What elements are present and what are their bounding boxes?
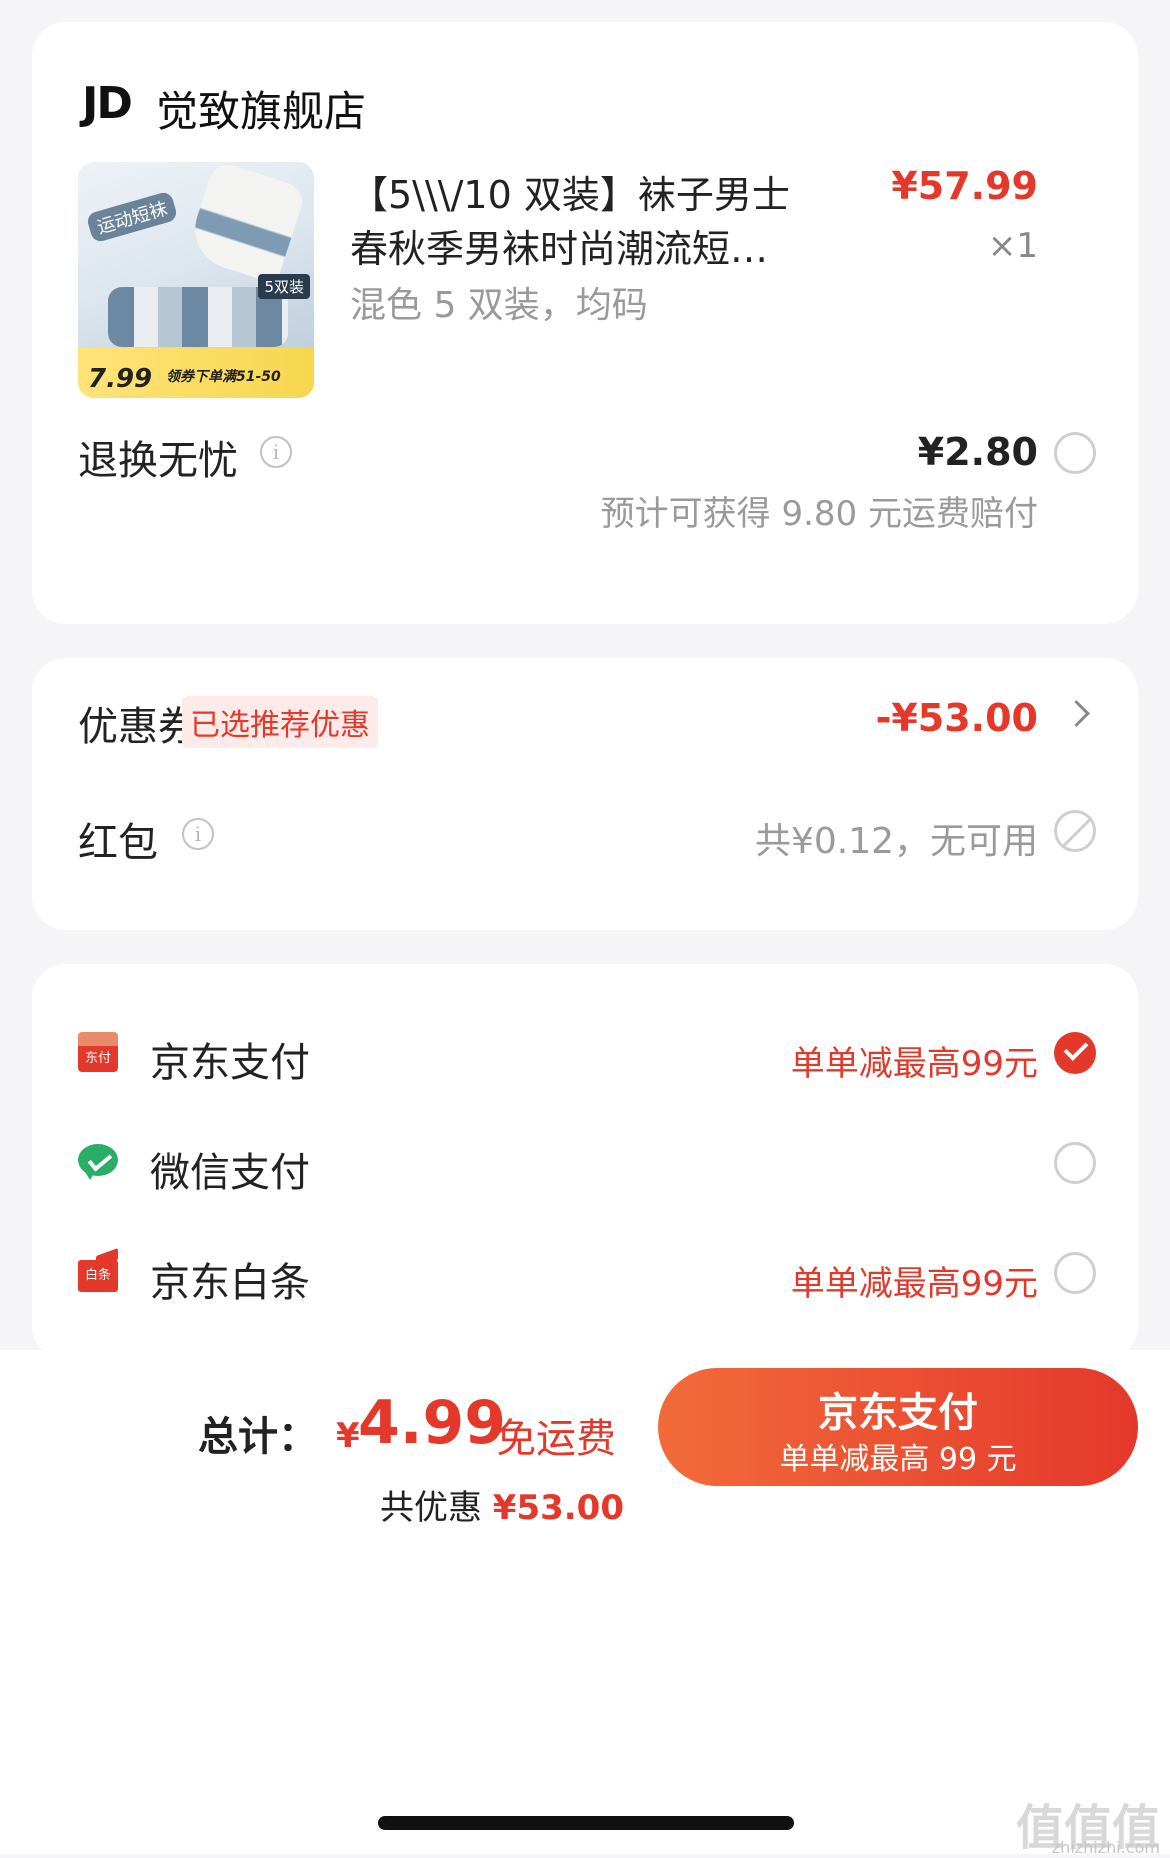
pay-button[interactable]: 京东支付 单单减最高 99 元: [658, 1368, 1138, 1486]
total-currency: ¥: [336, 1416, 360, 1456]
total-amount: 4.99: [358, 1388, 507, 1458]
thumbnail-count-tag: 5双装: [258, 274, 310, 299]
payment-method-card: 东付 京东支付 单单减最高99元 微信支付 白条 京东白条 单单减最高99元: [32, 964, 1138, 1360]
pay-button-label: 京东支付: [818, 1390, 978, 1436]
product-price: ¥57.99: [891, 164, 1038, 208]
store-name[interactable]: 觉致旗舰店: [156, 78, 366, 139]
product-thumbnail[interactable]: 运动短袜 5双装 7.99 领券下单满51-50: [78, 162, 314, 398]
savings-label: 共优惠: [379, 1488, 493, 1528]
product-title-line2[interactable]: 春秋季男袜时尚潮流短…: [350, 218, 768, 273]
sock-image: [184, 162, 308, 285]
payment-option-wechat[interactable]: 微信支付: [150, 1140, 310, 1198]
thumbnail-band-price: 7.99: [88, 364, 153, 394]
total-label: 总计：: [198, 1414, 318, 1460]
return-service-radio[interactable]: [1054, 432, 1096, 474]
pay-button-subtitle: 单单减最高 99 元: [779, 1442, 1017, 1477]
watermark-url: zhizhizhi.com: [1051, 1838, 1160, 1857]
coupon-value[interactable]: -¥53.00: [876, 696, 1038, 740]
wechat-radio[interactable]: [1054, 1142, 1096, 1184]
jd-logo: JD: [82, 78, 133, 129]
wechat-pay-icon: [78, 1142, 118, 1182]
chevron-right-icon[interactable]: [1063, 700, 1090, 727]
jd-pay-icon: 东付: [78, 1032, 118, 1072]
coupon-badge: 已选推荐优惠: [182, 696, 378, 748]
free-shipping-label: 免运费: [496, 1416, 616, 1462]
store-card: JD 觉致旗舰店 运动短袜 5双装 7.99 领券下单满51-50 【5\\\/…: [32, 22, 1138, 624]
return-service-note: 预计可获得 9.80 元运费赔付: [600, 494, 1038, 534]
coupon-label: 优惠券: [78, 704, 198, 750]
redpack-label: 红包: [78, 820, 158, 866]
jdpay-promo: 单单减最高99元: [790, 1044, 1038, 1084]
thumbnail-band-text: 领券下单满51-50: [166, 369, 281, 385]
return-service-label: 退换无忧: [78, 438, 238, 484]
info-icon[interactable]: i: [260, 436, 292, 468]
product-title-line1[interactable]: 【5\\\/10 双装】袜子男士: [350, 164, 790, 219]
payment-option-jdpay[interactable]: 京东支付: [150, 1030, 310, 1088]
baitiao-promo: 单单减最高99元: [790, 1264, 1038, 1304]
disabled-icon: [1054, 810, 1096, 852]
product-spec: 混色 5 双装，均码: [350, 285, 648, 326]
discount-card: 优惠券 已选推荐优惠 -¥53.00 红包 i 共¥0.12，无可用: [32, 658, 1138, 930]
baitiao-icon: 白条: [78, 1247, 118, 1292]
savings-value: ¥53.00: [492, 1488, 624, 1528]
total-savings: 共优惠 ¥53.00: [380, 1480, 624, 1529]
payment-option-baitiao[interactable]: 京东白条: [150, 1250, 310, 1308]
checkout-bar: 总计： ¥ 4.99 免运费 共优惠 ¥53.00 京东支付 单单减最高 99 …: [0, 1350, 1170, 1857]
info-icon[interactable]: i: [182, 818, 214, 850]
product-quantity: ×1: [987, 226, 1038, 266]
return-service-price: ¥2.80: [917, 430, 1038, 474]
jdpay-radio-checked[interactable]: [1054, 1032, 1096, 1074]
thumbnail-tag: 运动短袜: [85, 190, 179, 244]
redpack-value: 共¥0.12，无可用: [754, 821, 1038, 862]
home-indicator: [378, 1816, 794, 1830]
baitiao-radio[interactable]: [1054, 1252, 1096, 1294]
